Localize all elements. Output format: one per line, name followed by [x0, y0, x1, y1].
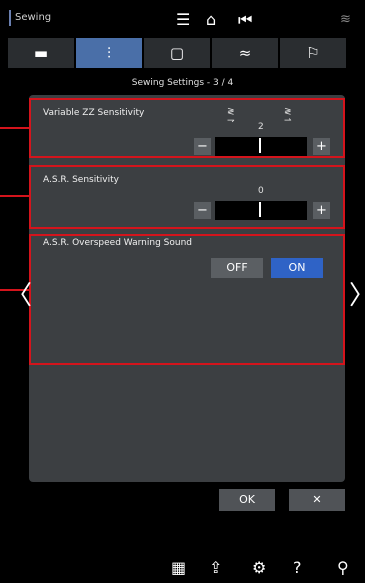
machine-icon: ▬	[33, 44, 49, 62]
prev-page-arrow[interactable]: 〈	[6, 275, 32, 312]
tab-machine[interactable]: ▬	[8, 38, 74, 68]
home-icon[interactable]: ⌂	[206, 12, 216, 28]
wifi-tab-icon: ≈	[238, 44, 252, 62]
stitch-icon: ⫶	[107, 44, 111, 62]
warning-on-button[interactable]: ON	[271, 258, 323, 278]
square-icon: ▢	[169, 44, 185, 62]
zz-low-icon: ≷ ⇁	[227, 107, 235, 126]
gear-icon[interactable]: ⚙	[252, 560, 266, 576]
page-title: Sewing Settings - 3 / 4	[131, 78, 234, 88]
tab-stitch[interactable]: ⫶	[76, 38, 142, 68]
ok-button[interactable]: OK	[219, 489, 275, 511]
pattern-icon[interactable]: ▦	[171, 560, 186, 576]
tab-square[interactable]: ▢	[144, 38, 210, 68]
flag-icon: ⚐	[306, 44, 320, 62]
tab-wifi[interactable]: ≈	[212, 38, 278, 68]
settings-panel: Variable ZZ Sensitivity ≷ ⇁ 2 ≷ ⇀ − + A.S.…	[29, 95, 345, 482]
tab-bar: ▬ ⫶ ▢ ≈ ⚐	[8, 38, 348, 68]
zz-value: 2	[258, 122, 264, 132]
zz-plus-button[interactable]: +	[313, 138, 330, 155]
overspeed-warning-title: A.S.R. Overspeed Warning Sound	[43, 238, 192, 248]
cancel-button[interactable]: ✕	[289, 489, 345, 511]
callout-line-asr	[0, 195, 31, 197]
upload-icon[interactable]: ⇪	[209, 560, 222, 576]
zz-sensitivity-title: Variable ZZ Sensitivity	[43, 108, 145, 118]
tab-flag[interactable]: ⚐	[280, 38, 346, 68]
asr-value-display	[215, 201, 307, 220]
warning-off-button[interactable]: OFF	[211, 258, 263, 278]
asr-needle	[259, 202, 261, 217]
zz-minus-button[interactable]: −	[194, 138, 211, 155]
back-stop-icon[interactable]: ⏮	[238, 12, 252, 28]
zz-sensitivity-setting: Variable ZZ Sensitivity ≷ ⇁ 2 ≷ ⇀ − +	[29, 98, 345, 158]
zz-value-display	[215, 137, 307, 156]
overspeed-warning-setting: A.S.R. Overspeed Warning Sound OFF ON	[29, 234, 345, 365]
asr-value: 0	[258, 186, 264, 196]
asr-minus-button[interactable]: −	[194, 202, 211, 219]
wrench-icon[interactable]: ⚲	[337, 560, 349, 576]
help-icon[interactable]: ?	[293, 560, 302, 576]
next-page-arrow[interactable]: 〉	[349, 275, 365, 312]
top-bar: Sewing ☰ ⌂ ⏮ ≋	[0, 0, 365, 38]
zz-high-icon: ≷ ⇀	[284, 107, 292, 126]
menu-icon[interactable]: ☰	[176, 12, 190, 28]
app-label: Sewing	[9, 10, 51, 26]
zz-needle	[259, 138, 261, 153]
asr-plus-button[interactable]: +	[313, 202, 330, 219]
callout-line-zz	[0, 127, 31, 129]
wifi-icon: ≋	[340, 12, 351, 27]
asr-sensitivity-title: A.S.R. Sensitivity	[43, 175, 119, 185]
asr-sensitivity-setting: A.S.R. Sensitivity 0 − +	[29, 165, 345, 229]
